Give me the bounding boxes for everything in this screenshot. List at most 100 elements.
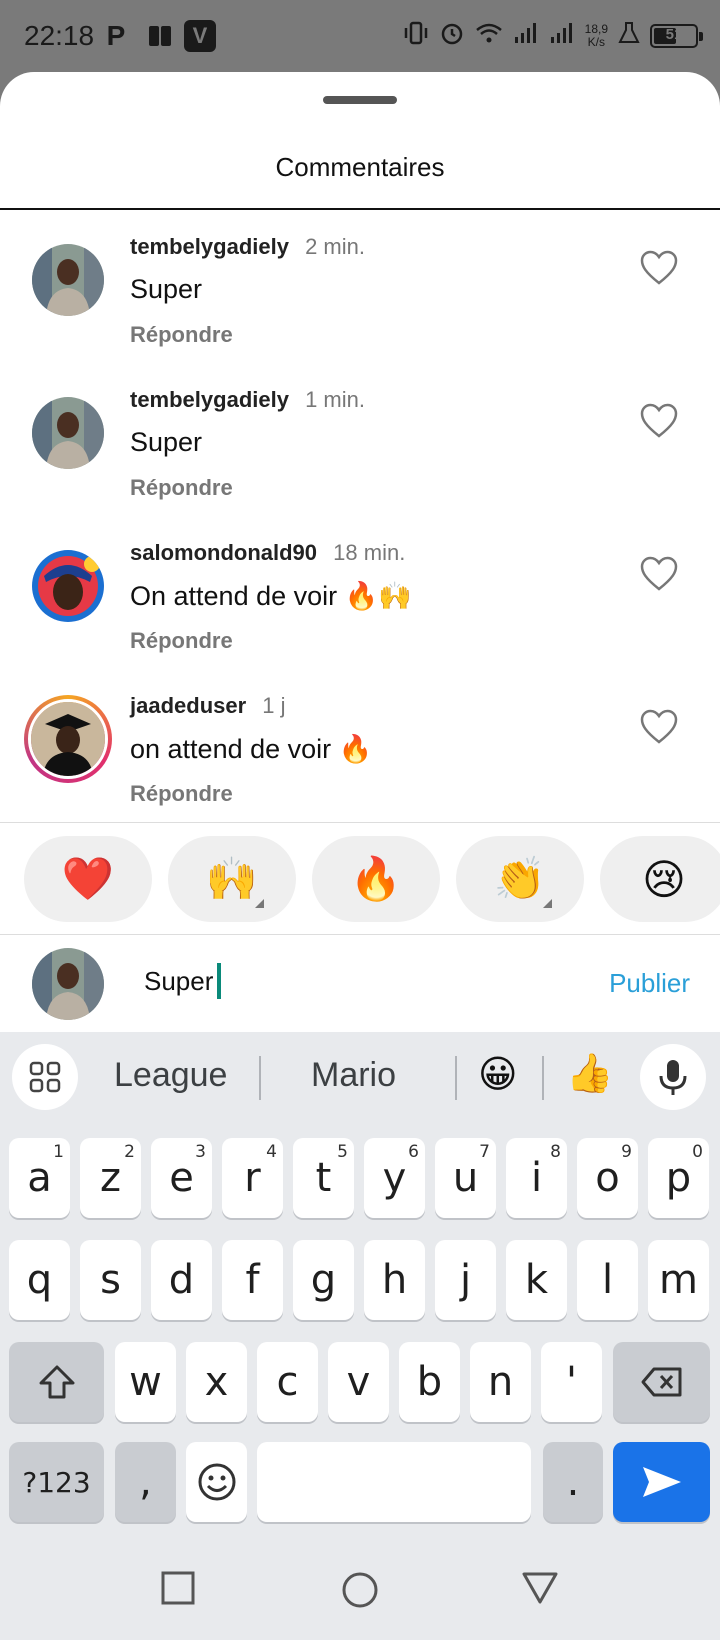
suggestion-1[interactable]: League [114, 1056, 227, 1095]
key-j[interactable]: j [435, 1240, 496, 1320]
comment-username[interactable]: tembelygadiely [130, 387, 289, 412]
key-u[interactable]: u7 [435, 1138, 496, 1218]
key-g[interactable]: g [293, 1240, 354, 1320]
microphone-icon[interactable] [640, 1044, 706, 1110]
reaction-crying[interactable]: 😢 [600, 836, 720, 922]
comment-text: Super [130, 274, 203, 304]
comment-time: 18 min. [333, 540, 406, 565]
key-r[interactable]: r4 [222, 1138, 283, 1218]
reply-button[interactable]: Répondre [130, 322, 233, 348]
suggestion-emoji-2[interactable]: 👍 [566, 1052, 613, 1096]
publish-button[interactable]: Publier [609, 968, 690, 999]
reply-button[interactable]: Répondre [130, 628, 233, 654]
key-v[interactable]: v [328, 1342, 389, 1422]
emoji-bar-divider [0, 822, 720, 823]
key-i[interactable]: i8 [506, 1138, 567, 1218]
like-heart-icon[interactable] [640, 709, 678, 745]
key-d[interactable]: d [151, 1240, 212, 1320]
reaction-raised-hands[interactable]: 🙌 [168, 836, 296, 922]
suggestion-divider [259, 1056, 261, 1100]
suggestion-divider [455, 1056, 457, 1100]
apps-grid-icon[interactable] [12, 1044, 78, 1110]
avatar[interactable] [32, 397, 104, 469]
key-q[interactable]: q [9, 1240, 70, 1320]
like-heart-icon[interactable] [640, 250, 678, 286]
avatar [28, 699, 108, 779]
recents-square-icon[interactable] [160, 1570, 200, 1610]
comment-header: salomondonald90 18 min. [130, 540, 405, 566]
comment-username[interactable]: tembelygadiely [130, 234, 289, 259]
status-right-group: 18,9 K/s 51 [403, 20, 703, 52]
key-s[interactable]: s [80, 1240, 141, 1320]
key-number-hint: 7 [479, 1142, 490, 1162]
comment-composer: Super Publier [0, 934, 720, 1032]
key-z[interactable]: z2 [80, 1138, 141, 1218]
comment-header: tembelygadiely 1 min. [130, 387, 365, 413]
symbols-key[interactable]: ?123 [9, 1442, 104, 1522]
send-arrow-icon [642, 1467, 681, 1497]
space-bar[interactable] [257, 1442, 531, 1522]
key-n[interactable]: n [470, 1342, 531, 1422]
signal-icon-1 [513, 21, 539, 51]
key-w[interactable]: w [115, 1342, 176, 1422]
key-a[interactable]: a1 [9, 1138, 70, 1218]
avatar[interactable] [32, 550, 104, 622]
back-triangle-icon[interactable] [520, 1570, 560, 1610]
send-key[interactable] [613, 1442, 710, 1522]
reaction-heart[interactable]: ❤️ [24, 836, 152, 922]
shift-arrow-icon [39, 1365, 74, 1399]
reply-button[interactable]: Répondre [130, 475, 233, 501]
emoji-key[interactable] [186, 1442, 247, 1522]
key-number-hint: 1 [53, 1142, 64, 1162]
like-heart-icon[interactable] [640, 556, 678, 592]
comment-input[interactable]: Super [144, 960, 222, 1002]
backspace-key[interactable] [613, 1342, 710, 1422]
comment-item: tembelygadiely 2 min. Super Répondre [0, 210, 720, 370]
avatar-story-ring[interactable] [24, 695, 112, 783]
key-number-hint: 8 [550, 1142, 561, 1162]
comment-username[interactable]: jaadeduser [130, 693, 246, 718]
status-time: 22:18 [24, 20, 95, 51]
key-label: t [315, 1155, 332, 1201]
flask-icon [618, 21, 640, 51]
key-l[interactable]: l [577, 1240, 638, 1320]
key-k[interactable]: k [506, 1240, 567, 1320]
key-f[interactable]: f [222, 1240, 283, 1320]
like-heart-icon[interactable] [640, 403, 678, 439]
reaction-fire[interactable]: 🔥 [312, 836, 440, 922]
sheet-title: Commentaires [275, 152, 445, 182]
suggestion-strip: League Mario 😀 👍 [0, 1044, 720, 1114]
home-circle-icon[interactable] [340, 1570, 380, 1610]
comment-item: tembelygadiely 1 min. Super Répondre [0, 363, 720, 523]
comment-username[interactable]: salomondonald90 [130, 540, 317, 565]
suggestion-divider [542, 1056, 544, 1100]
key-e[interactable]: e3 [151, 1138, 212, 1218]
shift-key[interactable] [9, 1342, 104, 1422]
key-number-hint: 3 [195, 1142, 206, 1162]
key-h[interactable]: h [364, 1240, 425, 1320]
skin-tone-indicator-icon [543, 899, 552, 908]
period-key[interactable]: . [543, 1442, 603, 1522]
key-c[interactable]: c [257, 1342, 318, 1422]
reaction-clap[interactable]: 👏 [456, 836, 584, 922]
comma-key[interactable]: , [115, 1442, 176, 1522]
drag-handle[interactable] [323, 96, 397, 104]
key-x[interactable]: x [186, 1342, 247, 1422]
key-o[interactable]: o9 [577, 1138, 638, 1218]
smiley-icon [198, 1463, 235, 1501]
key-t[interactable]: t5 [293, 1138, 354, 1218]
suggestion-2[interactable]: Mario [311, 1056, 396, 1095]
signal-icon-2 [549, 21, 575, 51]
key-p[interactable]: p0 [648, 1138, 709, 1218]
key-apostrophe[interactable]: ' [541, 1342, 602, 1422]
key-y[interactable]: y6 [364, 1138, 425, 1218]
key-b[interactable]: b [399, 1342, 460, 1422]
comments-list[interactable]: tembelygadiely 2 min. Super Répondre tem… [0, 210, 720, 822]
key-m[interactable]: m [648, 1240, 709, 1320]
avatar[interactable] [32, 244, 104, 316]
reply-button[interactable]: Répondre [130, 781, 233, 807]
suggestion-emoji-1[interactable]: 😀 [478, 1052, 518, 1097]
quick-reaction-bar: ❤️ 🙌 🔥 👏 😢 [0, 836, 720, 924]
vibrate-icon [403, 21, 429, 51]
battery-icon: 51 [650, 24, 703, 48]
